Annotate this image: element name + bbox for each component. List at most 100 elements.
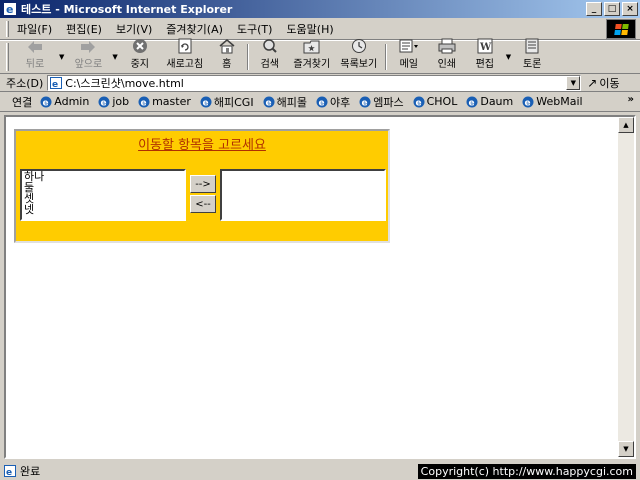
search-button[interactable]: 검색 [252,38,288,73]
home-label: 홈 [222,59,232,70]
list-item[interactable]: 셋 [22,193,184,204]
link-label: 해피몰 [276,95,307,109]
search-label: 검색 [260,59,279,70]
print-button[interactable]: 인쇄 [428,38,466,73]
link-label: 해피CGI [213,95,254,109]
link-label: job [112,95,130,108]
history-label: 목록보기 [340,59,378,70]
link-label: master [152,95,191,108]
back-dropdown-icon[interactable]: ▼ [59,53,64,61]
page-icon: e [50,76,63,89]
forward-button[interactable]: 앞으로 [66,41,110,73]
discuss-button[interactable]: 토론 [513,38,551,73]
back-label: 뒤로 [25,59,45,70]
source-listbox[interactable]: 하나 둘 셋 넷 [20,169,186,221]
address-dropdown-icon[interactable]: ▼ [566,75,581,90]
back-button[interactable]: 뒤로 [13,41,57,73]
link-chol[interactable]: e CHOL [413,95,458,108]
menu-help[interactable]: 도움말(H) [286,21,333,37]
discuss-label: 토론 [522,59,542,70]
link-label: 야후 [329,95,351,109]
go-button[interactable]: ↗ 이동 [587,75,619,91]
menu-favorites[interactable]: 즐겨찾기(A) [166,21,223,37]
discuss-icon [524,38,540,54]
edit-dropdown-icon[interactable]: ▼ [506,53,511,61]
ie-link-icon: e [359,96,371,108]
windows-logo-icon [606,19,636,39]
maximize-button[interactable]: □ [604,2,620,16]
scroll-down-icon[interactable]: ▼ [618,441,634,457]
address-bar: 주소(D) e C:\스크린샷\move.html ▼ ↗ 이동 [0,74,640,92]
menu-grip[interactable] [6,20,9,37]
link-yahoo[interactable]: e 야후 [316,94,350,110]
link-empas[interactable]: e 엠파스 [359,94,404,110]
svg-text:e: e [141,98,147,108]
forward-label: 앞으로 [74,59,103,70]
stop-label: 중지 [130,59,149,70]
page-title: 이동할 항목을 고르세요 [138,138,266,153]
ie-link-icon: e [138,96,150,108]
mail-button[interactable]: 메일 [390,38,428,73]
ie-link-icon: e [263,96,275,108]
close-button[interactable]: × [622,2,638,16]
ie-link-icon: e [200,96,212,108]
menu-view[interactable]: 보기(V) [116,21,152,37]
mail-icon [399,38,419,54]
forward-dropdown-icon[interactable]: ▼ [112,53,117,61]
link-admin[interactable]: e Admin [40,95,89,108]
ie-link-icon: e [40,96,52,108]
page-done-icon: e [4,464,16,477]
copyright-overlay: Copyright(c) http://www.happycgi.com [417,464,636,479]
link-job[interactable]: e job [98,95,129,108]
menu-file[interactable]: 파일(F) [17,21,52,37]
move-right-button[interactable]: --> [190,175,216,193]
refresh-button[interactable]: 새로고침 [160,38,210,73]
edit-page-icon: W [477,38,493,54]
favorites-label: 즐겨찾기 [293,59,331,70]
link-master[interactable]: e master [138,95,191,108]
link-happymall[interactable]: e 해피몰 [263,94,307,110]
links-more-chevron-icon[interactable]: » [628,94,634,105]
svg-text:e: e [202,98,208,108]
favorites-folder-icon [303,40,321,54]
link-label: 엠파스 [373,95,404,109]
menu-tools[interactable]: 도구(T) [237,21,273,37]
minimize-button[interactable]: _ [586,2,602,16]
link-webmail[interactable]: e WebMail [522,95,583,108]
toolbar-grip[interactable] [6,43,9,71]
toolbar-separator [384,44,387,70]
link-happycgi[interactable]: e 해피CGI [200,94,254,110]
list-item[interactable]: 둘 [22,182,184,193]
favorites-button[interactable]: 즐겨찾기 [288,40,336,73]
stop-button[interactable]: 중지 [120,39,160,73]
address-input[interactable]: e C:\스크린샷\move.html ▼ [47,74,582,91]
svg-text:e: e [469,98,475,108]
address-value: C:\스크린샷\move.html [65,76,184,90]
list-item[interactable]: 하나 [22,171,184,182]
ie-link-icon: e [98,96,110,108]
home-button[interactable]: 홈 [210,39,244,73]
list-item[interactable]: 넷 [22,204,184,215]
edit-label: 편집 [475,59,494,70]
scroll-up-icon[interactable]: ▲ [618,117,634,133]
history-button[interactable]: 목록보기 [336,39,382,73]
ie-link-icon: e [522,96,534,108]
edit-button[interactable]: W 편집 [466,38,504,73]
svg-text:W: W [479,42,492,53]
menu-edit[interactable]: 편집(E) [66,21,102,37]
status-bar: e 완료 Copyright(c) http://www.happycgi.co… [0,461,640,480]
search-icon [262,38,278,54]
window-title: 테스트 - Microsoft Internet Explorer [21,3,233,16]
go-label: 이동 [599,76,620,90]
page-viewport: 이동할 항목을 고르세요 하나 둘 셋 넷 --> <-- ▲ ▼ [4,115,636,459]
link-label: CHOL [426,95,458,108]
svg-text:e: e [6,468,12,477]
svg-text:e: e [101,98,107,108]
vertical-scrollbar[interactable]: ▲ ▼ [618,117,634,457]
standard-toolbar: 뒤로 ▼ 앞으로 ▼ 중지 새로고침 홈 검색 즐겨찾기 목록보기 메일 인쇄 … [0,38,640,74]
link-daum[interactable]: e Daum [466,95,513,108]
status-text: 완료 [20,464,41,478]
move-left-button[interactable]: <-- [190,195,216,213]
svg-text:e: e [43,98,49,108]
target-listbox[interactable] [220,169,386,221]
